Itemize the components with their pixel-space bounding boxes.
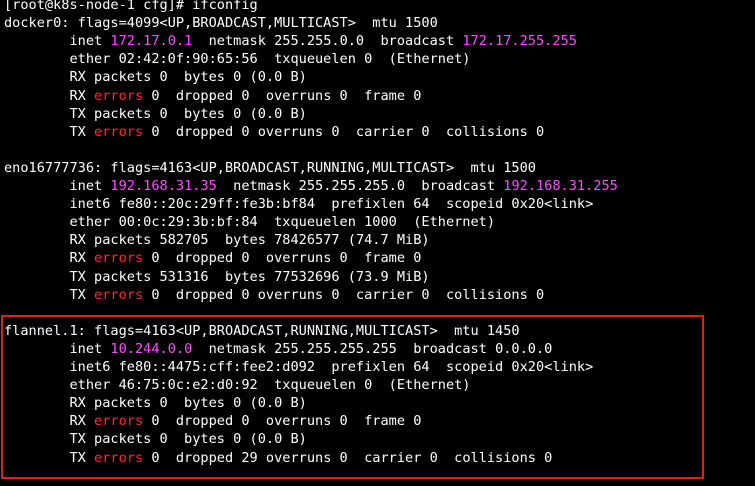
terminal-text-segment: 0 dropped 0 overruns 0 frame 0 — [143, 413, 422, 430]
terminal-window[interactable]: [root@k8s-node-1 cfg]# ifconfig docker0: … — [0, 0, 755, 486]
terminal-text-segment: errors — [94, 286, 144, 303]
terminal-text-segment: RX packets 0 bytes 0 (0.0 B) — [4, 395, 307, 412]
terminal-line: RX errors 0 dropped 0 overruns 0 frame 0 — [4, 249, 421, 267]
terminal-line: [root@k8s-node-1 cfg]# ifconfig — [4, 0, 258, 14]
terminal-line: TX packets 531316 bytes 77532696 (73.9 M… — [4, 268, 430, 286]
terminal-text-segment: RX packets 0 bytes 0 (0.0 B) — [4, 69, 307, 86]
terminal-text-segment: RX — [4, 413, 95, 430]
terminal-text-segment: TX packets 0 bytes 0 (0.0 B) — [4, 431, 307, 448]
terminal-text-segment: 0 dropped 29 overruns 0 carrier 0 collis… — [143, 449, 553, 466]
terminal-text-segment: 0 dropped 0 overruns 0 carrier 0 collisi… — [143, 123, 545, 140]
terminal-text-segment: 172.17.255.255 — [462, 33, 577, 50]
terminal-text-segment: RX packets 582705 bytes 78426577 (74.7 M… — [4, 232, 430, 249]
terminal-text-segment: errors — [94, 250, 144, 267]
terminal-line: eno16777736: flags=4163<UP,BROADCAST,RUN… — [4, 159, 536, 177]
terminal-line: ether 46:75:0c:e2:d0:92 txqueuelen 0 (Et… — [4, 376, 471, 394]
terminal-text-segment: errors — [94, 123, 144, 140]
terminal-line: inet 172.17.0.1 netmask 255.255.0.0 broa… — [4, 32, 577, 50]
terminal-text-segment: TX — [4, 449, 95, 466]
terminal-line: ether 02:42:0f:90:65:56 txqueuelen 0 (Et… — [4, 50, 471, 68]
terminal-text-segment: 10.244.0.0 — [110, 340, 193, 357]
terminal-line: RX packets 0 bytes 0 (0.0 B) — [4, 394, 307, 412]
terminal-text-segment: eno16777736: flags=4163<UP,BROADCAST,RUN… — [4, 159, 536, 176]
terminal-line: RX errors 0 dropped 0 overruns 0 frame 0 — [4, 87, 421, 105]
terminal-text-segment: 0 dropped 0 overruns 0 carrier 0 collisi… — [143, 286, 545, 303]
terminal-line: RX errors 0 dropped 0 overruns 0 frame 0 — [4, 412, 421, 430]
terminal-text-segment: 0 dropped 0 overruns 0 frame 0 — [143, 250, 422, 267]
terminal-text-segment: ether 46:75:0c:e2:d0:92 txqueuelen 0 (Et… — [4, 377, 471, 394]
terminal-line: inet6 fe80::4475:cff:fee2:d092 prefixlen… — [4, 358, 593, 376]
terminal-line: TX errors 0 dropped 29 overruns 0 carrie… — [4, 449, 552, 467]
terminal-line: inet6 fe80::20c:29ff:fe3b:bf84 prefixlen… — [4, 195, 593, 213]
terminal-text-segment: errors — [94, 449, 144, 466]
terminal-text-segment: inet6 fe80::4475:cff:fee2:d092 prefixlen… — [4, 359, 594, 375]
terminal-text-segment: TX — [4, 123, 95, 140]
terminal-text-segment: inet6 fe80::20c:29ff:fe3b:bf84 prefixlen… — [4, 196, 594, 213]
terminal-text-segment: netmask 255.255.0.0 broadcast — [192, 33, 463, 50]
terminal-text-segment: inet — [4, 33, 111, 50]
terminal-text-segment: [root@k8s-node-1 cfg]# ifconfig — [4, 0, 258, 13]
terminal-text-segment: netmask 255.255.255.255 broadcast 0.0.0.… — [192, 340, 553, 357]
terminal-line: RX packets 582705 bytes 78426577 (74.7 M… — [4, 231, 430, 249]
terminal-text-segment: inet — [4, 178, 111, 194]
terminal-line: TX errors 0 dropped 0 overruns 0 carrier… — [4, 123, 544, 141]
terminal-line: TX packets 0 bytes 0 (0.0 B) — [4, 430, 307, 448]
terminal-text-segment: ether 00:0c:29:3b:bf:84 txqueuelen 1000 … — [4, 214, 496, 231]
terminal-line: inet 10.244.0.0 netmask 255.255.255.255 … — [4, 340, 552, 358]
terminal-text-segment: 0 dropped 0 overruns 0 frame 0 — [143, 87, 422, 104]
terminal-line: inet 192.168.31.35 netmask 255.255.255.0… — [4, 177, 618, 195]
terminal-text-segment: RX — [4, 87, 95, 104]
terminal-text-segment: flannel.1: flags=4163<UP,BROADCAST,RUNNI… — [4, 322, 520, 339]
terminal-line: docker0: flags=4099<UP,BROADCAST,MULTICA… — [4, 14, 438, 32]
terminal-text-segment: netmask 255.255.255.0 broadcast — [216, 178, 504, 194]
terminal-line: ether 00:0c:29:3b:bf:84 txqueuelen 1000 … — [4, 213, 495, 231]
terminal-line: flannel.1: flags=4163<UP,BROADCAST,RUNNI… — [4, 322, 520, 340]
terminal-text-segment: ether 02:42:0f:90:65:56 txqueuelen 0 (Et… — [4, 51, 471, 68]
terminal-text-segment: 172.17.0.1 — [110, 33, 193, 50]
terminal-line: TX packets 0 bytes 0 (0.0 B) — [4, 105, 307, 123]
terminal-text-segment: TX — [4, 286, 95, 303]
terminal-text-segment: 192.168.31.35 — [110, 178, 217, 194]
terminal-text-segment: TX packets 531316 bytes 77532696 (73.9 M… — [4, 268, 430, 285]
terminal-line: TX errors 0 dropped 0 overruns 0 carrier… — [4, 286, 544, 304]
terminal-text-segment: inet — [4, 340, 111, 357]
terminal-text-segment: RX — [4, 250, 95, 267]
terminal-text-segment: docker0: flags=4099<UP,BROADCAST,MULTICA… — [4, 15, 438, 32]
terminal-text-segment: errors — [94, 413, 144, 430]
terminal-text-segment: 192.168.31.255 — [503, 178, 618, 194]
terminal-line: RX packets 0 bytes 0 (0.0 B) — [4, 68, 307, 86]
terminal-text-segment: errors — [94, 87, 144, 104]
terminal-text-segment: TX packets 0 bytes 0 (0.0 B) — [4, 105, 307, 122]
